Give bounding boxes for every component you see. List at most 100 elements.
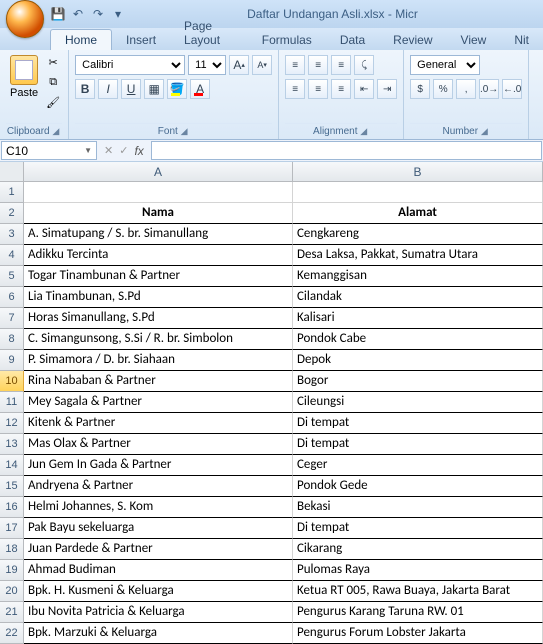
cell-nama[interactable]: Kitenk & Partner (24, 413, 293, 434)
cell-nama[interactable]: Pak Bayu sekeluarga (24, 518, 293, 539)
align-bottom-button[interactable]: ≡ (331, 55, 351, 75)
font-color-button[interactable]: A (190, 79, 210, 99)
grow-font-button[interactable]: A▴ (229, 55, 249, 75)
cell-alamat[interactable]: Kalisari (293, 308, 543, 329)
row-header[interactable]: 1 (0, 182, 24, 203)
formula-input[interactable] (151, 141, 542, 160)
redo-icon[interactable]: ↷ (90, 6, 106, 22)
align-center-button[interactable]: ≡ (308, 79, 328, 99)
tab-insert[interactable]: Insert (112, 30, 170, 50)
align-top-button[interactable]: ≡ (285, 55, 305, 75)
tab-data[interactable]: Data (326, 30, 379, 50)
shrink-font-button[interactable]: A▾ (252, 55, 272, 75)
row-header[interactable]: 2 (0, 203, 24, 224)
percent-button[interactable]: % (433, 79, 453, 99)
save-icon[interactable]: 💾 (50, 6, 66, 22)
header-alamat[interactable]: Alamat (293, 203, 543, 224)
font-name-select[interactable]: Calibri (75, 55, 185, 75)
fx-icon[interactable]: fx (134, 144, 143, 158)
cell[interactable] (293, 182, 543, 203)
cell-alamat[interactable]: Pondok Cabe (293, 329, 543, 350)
row-header[interactable]: 8 (0, 329, 24, 350)
copy-button[interactable]: ⧉ (44, 73, 62, 91)
tab-view[interactable]: View (447, 30, 501, 50)
font-launcher-icon[interactable]: ◢ (181, 126, 190, 136)
cell-alamat[interactable]: Cikarang (293, 539, 543, 560)
row-header[interactable]: 14 (0, 455, 24, 476)
cell-alamat[interactable]: Bogor (293, 371, 543, 392)
row-header[interactable]: 5 (0, 266, 24, 287)
select-all-corner[interactable] (0, 162, 24, 182)
cell-alamat[interactable]: Desa Laksa, Pakkat, Sumatra Utara (293, 245, 543, 266)
cell-alamat[interactable]: Cilandak (293, 287, 543, 308)
cell-alamat[interactable]: Ketua RT 005, Rawa Buaya, Jakarta Barat (293, 581, 543, 602)
currency-button[interactable]: $ (410, 79, 430, 99)
tab-addins[interactable]: Nit (500, 30, 543, 50)
decrease-decimal-button[interactable]: ←.0 (502, 79, 522, 99)
cell-nama[interactable]: Ibu Novita Patricia & Keluarga (24, 602, 293, 623)
row-header[interactable]: 20 (0, 581, 24, 602)
cell-nama[interactable]: Juan Pardede & Partner (24, 539, 293, 560)
cell-alamat[interactable]: Di tempat (293, 518, 543, 539)
tab-home[interactable]: Home (50, 29, 112, 50)
increase-decimal-button[interactable]: .0→ (479, 79, 499, 99)
column-header-b[interactable]: B (293, 162, 543, 182)
row-header[interactable]: 7 (0, 308, 24, 329)
cell-alamat[interactable]: Depok (293, 350, 543, 371)
font-size-select[interactable]: 11 (188, 55, 226, 75)
number-format-select[interactable]: General (410, 55, 480, 75)
row-header[interactable]: 6 (0, 287, 24, 308)
cell-alamat[interactable]: Ceger (293, 455, 543, 476)
cell-nama[interactable]: Rina Nababan & Partner (24, 371, 293, 392)
cut-button[interactable]: ✂ (44, 53, 62, 71)
row-header[interactable]: 15 (0, 476, 24, 497)
clipboard-launcher-icon[interactable]: ◢ (52, 126, 61, 136)
italic-button[interactable]: I (98, 79, 118, 99)
cell-nama[interactable]: P. Simamora / D. br. Siahaan (24, 350, 293, 371)
number-launcher-icon[interactable]: ◢ (481, 126, 490, 136)
row-header[interactable]: 3 (0, 224, 24, 245)
header-nama[interactable]: Nama (24, 203, 293, 224)
tab-review[interactable]: Review (379, 30, 446, 50)
tab-page-layout[interactable]: Page Layout (170, 16, 248, 50)
cell-nama[interactable]: Andryena & Partner (24, 476, 293, 497)
cell-nama[interactable]: Togar Tinambunan & Partner (24, 266, 293, 287)
cell-alamat[interactable]: Bekasi (293, 497, 543, 518)
name-box-dropdown-icon[interactable]: ▼ (84, 146, 92, 155)
cell-alamat[interactable]: Pengurus Karang Taruna RW. 01 (293, 602, 543, 623)
cell-alamat[interactable]: Pulomas Raya (293, 560, 543, 581)
row-header[interactable]: 11 (0, 392, 24, 413)
cell-nama[interactable]: Ahmad Budiman (24, 560, 293, 581)
row-header[interactable]: 17 (0, 518, 24, 539)
row-header[interactable]: 18 (0, 539, 24, 560)
increase-indent-button[interactable]: ⇥ (377, 79, 397, 99)
fill-color-button[interactable]: 🪣 (167, 79, 187, 99)
qat-more-icon[interactable]: ▾ (110, 6, 126, 22)
cell-nama[interactable]: Helmi Johannes, S. Kom (24, 497, 293, 518)
row-header[interactable]: 12 (0, 413, 24, 434)
cell-alamat[interactable]: Pengurus Forum Lobster Jakarta (293, 623, 543, 644)
row-header[interactable]: 13 (0, 434, 24, 455)
cancel-icon[interactable]: ✕ (104, 144, 113, 157)
cell-nama[interactable]: Mas Olax & Partner (24, 434, 293, 455)
decrease-indent-button[interactable]: ⇤ (354, 79, 374, 99)
orientation-button[interactable]: ⤹ (354, 55, 374, 75)
cell-nama[interactable]: Mey Sagala & Partner (24, 392, 293, 413)
cell-nama[interactable]: A. Simatupang / S. br. Simanullang (24, 224, 293, 245)
column-header-a[interactable]: A (24, 162, 293, 182)
worksheet-grid[interactable]: A B 12NamaAlamat3A. Simatupang / S. br. … (0, 162, 543, 644)
bold-button[interactable]: B (75, 79, 95, 99)
row-header[interactable]: 10 (0, 371, 24, 392)
cell-alamat[interactable]: Cileungsi (293, 392, 543, 413)
office-button[interactable] (6, 0, 44, 38)
cell[interactable] (24, 182, 293, 203)
underline-button[interactable]: U (121, 79, 141, 99)
row-header[interactable]: 9 (0, 350, 24, 371)
cell-nama[interactable]: Bpk. Marzuki & Keluarga (24, 623, 293, 644)
cell-nama[interactable]: Bpk. H. Kusmeni & Keluarga (24, 581, 293, 602)
cell-nama[interactable]: C. Simangunsong, S.Si / R. br. Simbolon (24, 329, 293, 350)
row-header[interactable]: 16 (0, 497, 24, 518)
row-header[interactable]: 22 (0, 623, 24, 644)
row-header[interactable]: 19 (0, 560, 24, 581)
cell-alamat[interactable]: Di tempat (293, 413, 543, 434)
